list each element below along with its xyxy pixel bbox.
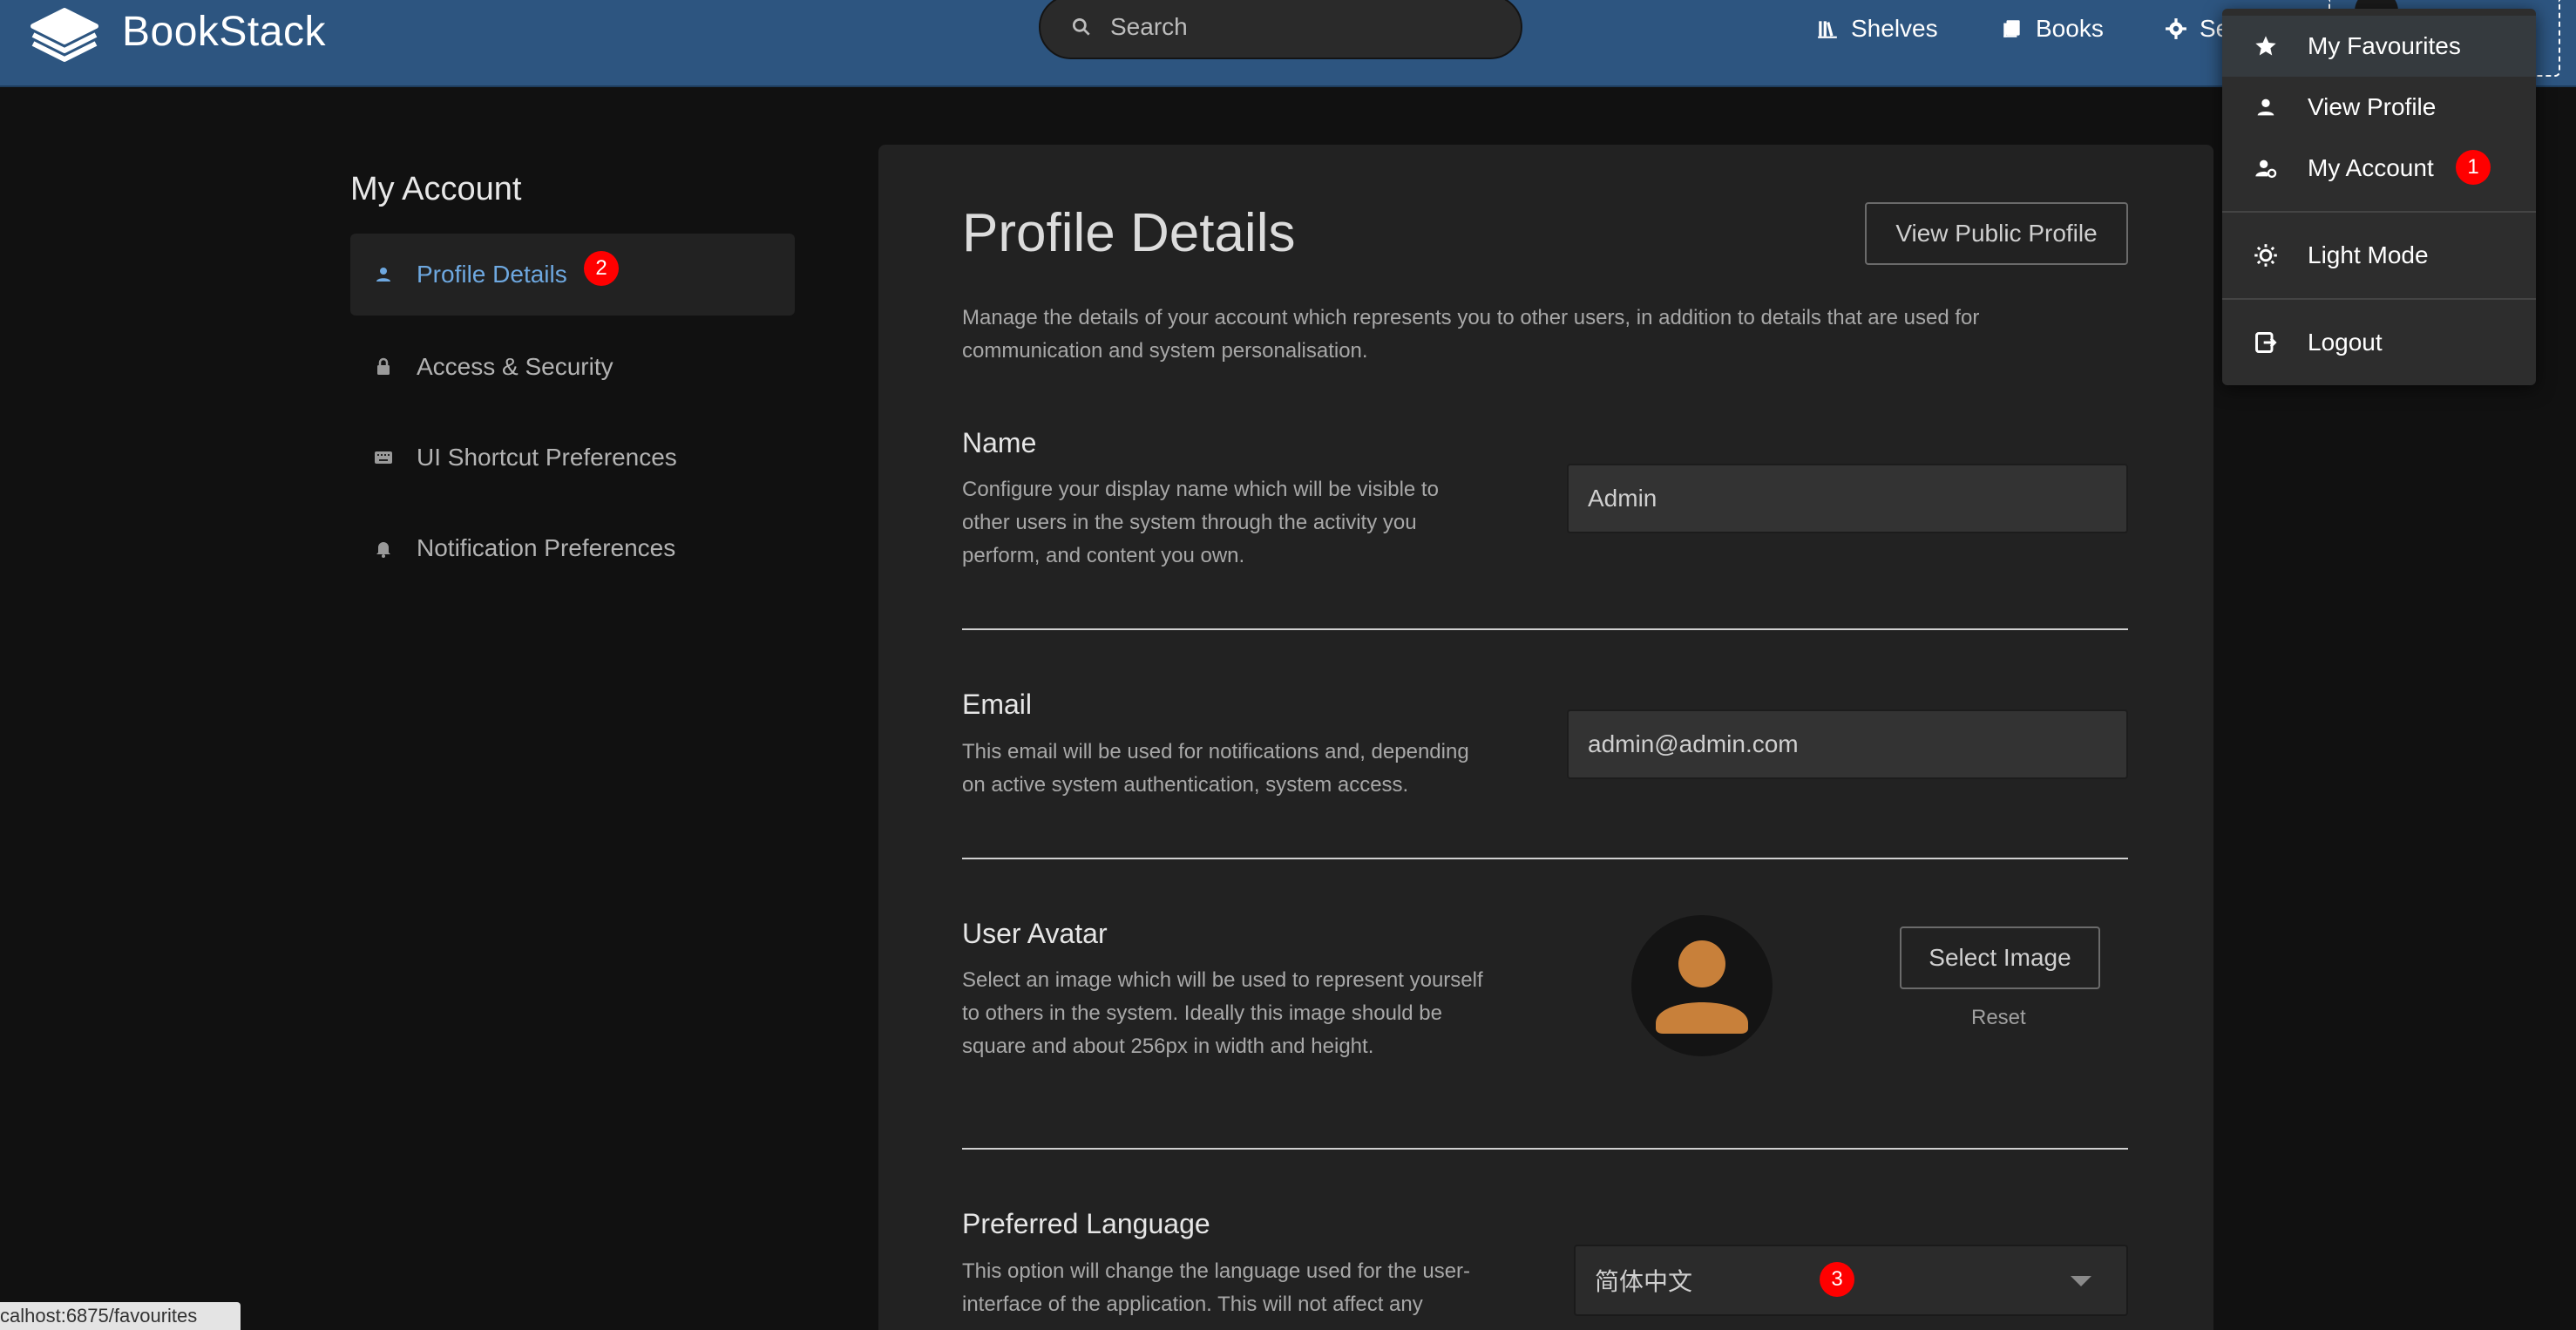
sidebar-item-label: Profile Details [417, 261, 567, 288]
menu-item-label: My Account [2308, 154, 2434, 181]
language-description: This option will change the language use… [962, 1255, 1470, 1321]
avatar-description: Select an image which will be used to re… [962, 964, 1483, 1063]
nav-books[interactable]: Books [2001, 7, 2104, 51]
sidebar-item-profile-details[interactable]: Profile Details 2 [350, 234, 795, 316]
intro-text: Manage the details of your account which… [962, 302, 1979, 368]
sidebar-item-notifications[interactable]: Notification Preferences [350, 507, 795, 589]
page-title: Profile Details [962, 203, 1296, 263]
menu-item-label: Logout [2308, 329, 2383, 356]
menu-item-label: Light Mode [2308, 241, 2429, 268]
user-avatar-icon [1656, 940, 1748, 1034]
annotation-badge-2: 2 [584, 251, 619, 286]
language-section-title: Preferred Language [962, 1208, 1210, 1239]
menu-item-label: My Favourites [2308, 32, 2461, 59]
name-section-title: Name [962, 427, 1037, 458]
person-icon [376, 268, 390, 282]
shelves-icon [1818, 21, 1837, 38]
user-dropdown-menu: My Favourites View Profile My Account 1 … [2222, 9, 2536, 385]
annotation-badge-3: 3 [1820, 1262, 1854, 1297]
desc-line: Select an image which will be used to re… [962, 968, 1483, 992]
top-header: BookStack Shelves Books [0, 0, 2576, 87]
section-divider [962, 858, 2128, 859]
person-icon [2257, 98, 2274, 116]
search-input[interactable] [1110, 13, 1494, 41]
search-icon [1072, 17, 1090, 36]
nav-shelves[interactable]: Shelves [1816, 7, 1938, 51]
logo-link[interactable]: BookStack [26, 0, 326, 63]
desc-line: interface of the application. This will … [962, 1293, 1423, 1316]
intro-line: Manage the details of your account which… [962, 306, 1980, 329]
desc-line: perform, and content you own. [962, 544, 1245, 567]
email-input[interactable] [1567, 709, 2128, 779]
nav-shelves-label: Shelves [1851, 15, 1938, 42]
annotation-badge-1: 1 [2456, 150, 2491, 185]
menu-item-logout[interactable]: Logout [2222, 312, 2536, 373]
desc-line: This option will change the language use… [962, 1259, 1471, 1283]
sidebar-item-label: Notification Preferences [417, 534, 676, 561]
nav-settings[interactable]: Se [2165, 7, 2229, 51]
sidebar-title: My Account [350, 171, 522, 207]
menu-item-my-account[interactable]: My Account 1 [2222, 138, 2536, 199]
language-selected-value: 简体中文 [1595, 1268, 1693, 1295]
language-select[interactable]: 简体中文 3 [1574, 1245, 2128, 1316]
app-name: BookStack [122, 8, 326, 55]
desc-line: other users in the system through the ac… [962, 511, 1417, 534]
avatar-section-title: User Avatar [962, 918, 1108, 949]
email-description: This email will be used for notification… [962, 736, 1469, 802]
sidebar-item-access-security[interactable]: Access & Security [350, 326, 795, 408]
desc-line: square and about 256px in width and heig… [962, 1035, 1374, 1058]
select-image-button[interactable]: Select Image [1900, 926, 2100, 989]
logout-icon [2255, 332, 2277, 353]
sidebar-item-ui-shortcuts[interactable]: UI Shortcut Preferences [350, 417, 795, 499]
keyboard-icon [375, 451, 392, 464]
email-section-title: Email [962, 689, 1033, 720]
menu-item-view-profile[interactable]: View Profile [2222, 77, 2536, 138]
desc-line: Configure your display name which will b… [962, 478, 1439, 501]
reset-avatar-link[interactable]: Reset [1971, 1006, 2026, 1030]
books-icon [2003, 20, 2020, 37]
menu-item-light-mode[interactable]: Light Mode [2222, 225, 2536, 286]
sun-icon [2254, 244, 2277, 267]
section-divider [962, 1148, 2128, 1150]
menu-divider [2222, 211, 2536, 213]
desc-line: on active system authentication, system … [962, 773, 1409, 797]
desc-line: to others in the system. Ideally this im… [962, 1001, 1442, 1025]
bookstack-logo-icon [31, 8, 98, 62]
sidebar-item-label: Access & Security [417, 353, 613, 380]
nav-books-label: Books [2036, 15, 2104, 42]
name-description: Configure your display name which will b… [962, 473, 1439, 573]
chevron-down-icon [2071, 1276, 2091, 1286]
user-cog-icon [2255, 159, 2277, 179]
view-public-profile-button[interactable]: View Public Profile [1865, 202, 2128, 265]
lock-icon [377, 357, 390, 375]
desc-line: This email will be used for notification… [962, 740, 1469, 763]
menu-item-my-favourites[interactable]: My Favourites [2222, 16, 2536, 77]
intro-line: communication and system personalisation… [962, 339, 1368, 363]
user-avatar-image [1631, 915, 1773, 1056]
star-icon [2255, 36, 2276, 56]
bell-icon [376, 542, 390, 558]
search-bar[interactable] [1039, 0, 1522, 59]
gear-icon [2166, 18, 2186, 39]
menu-divider [2222, 298, 2536, 300]
menu-item-label: View Profile [2308, 93, 2437, 120]
browser-status-url: calhost:6875/favourites [0, 1302, 241, 1330]
sidebar-item-label: UI Shortcut Preferences [417, 444, 677, 471]
section-divider [962, 628, 2128, 630]
name-input[interactable] [1567, 464, 2128, 533]
